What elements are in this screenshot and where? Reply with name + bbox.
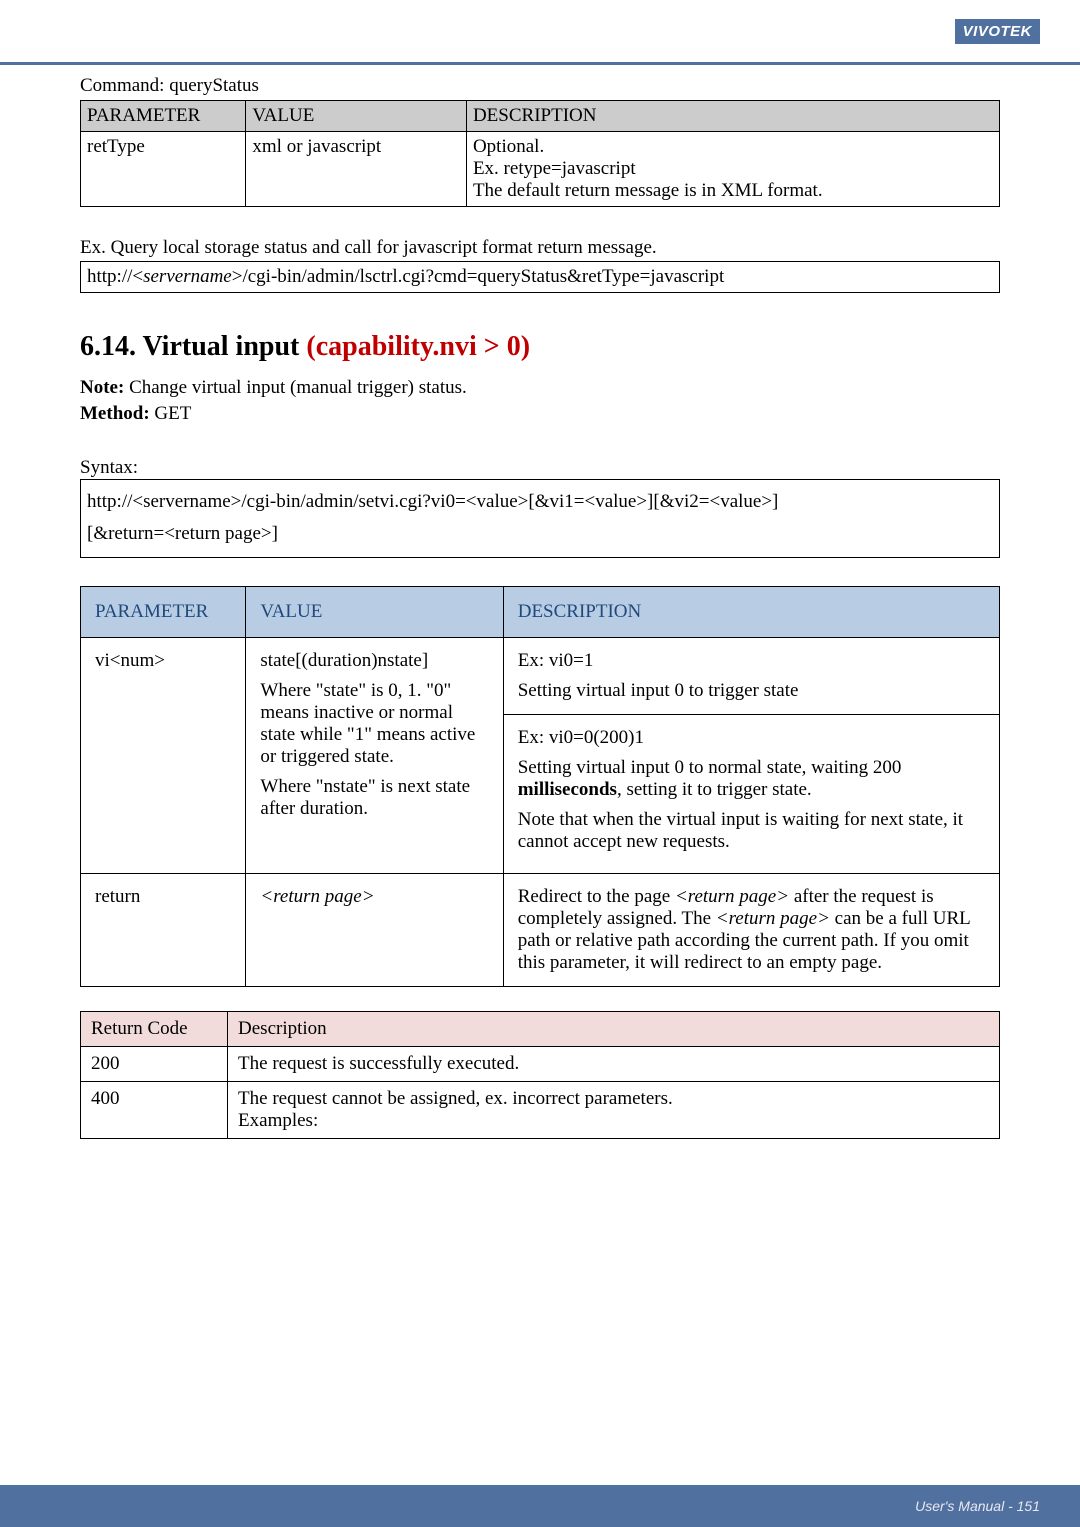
col-description: Description [228,1011,1000,1046]
return-code-table: Return Code Description 200 The request … [80,1011,1000,1139]
cell-code: 400 [81,1081,228,1138]
col-return-code: Return Code [81,1011,228,1046]
cell-param: vi<num> [81,637,246,873]
col-parameter: PARAMETER [81,586,246,637]
value-line: Where "state" is 0, 1. "0" means inactiv… [260,680,488,768]
footer-bar: User's Manual - 151 [0,1485,1080,1527]
table-header-row: PARAMETER VALUE DESCRIPTION [81,586,1000,637]
cell-desc: Ex: vi0=1 Setting virtual input 0 to tri… [503,637,999,873]
syntax-line: [&return=<return page>] [87,518,993,550]
table-row: vi<num> state[(duration)nstate] Where "s… [81,637,1000,873]
desc-line: Optional. [473,136,993,158]
col-parameter: PARAMETER [81,101,246,132]
cell-value: state[(duration)nstate] Where "state" is… [246,637,503,873]
method-text: GET [150,403,192,424]
table-row: 400 The request cannot be assigned, ex. … [81,1081,1000,1138]
desc-line: Setting virtual input 0 to trigger state [518,680,985,702]
header-bar: VIVOTEK [0,0,1080,65]
col-description: DESCRIPTION [466,101,999,132]
value-line: Where "nstate" is next state after durat… [260,776,488,820]
desc-line: Note that when the virtual input is wait… [518,809,985,853]
brand-logo: VIVOTEK [955,19,1040,44]
desc-line: The request cannot be assigned, ex. inco… [238,1088,989,1110]
cell-code: 200 [81,1046,228,1081]
table-header-row: Return Code Description [81,1011,1000,1046]
footer-text: User's Manual - 151 [915,1498,1040,1514]
cell-value: <return page> [246,873,503,986]
desc-line: Ex: vi0=0(200)1 [518,727,985,749]
table-row: retType xml or javascript Optional. Ex. … [81,132,1000,207]
table-row: return <return page> Redirect to the pag… [81,873,1000,986]
cell-param: return [81,873,246,986]
value-line: state[(duration)nstate] [260,650,488,672]
table-row: 200 The request is successfully executed… [81,1046,1000,1081]
cell-param: retType [81,132,246,207]
cell-desc: Optional. Ex. retype=javascript The defa… [466,132,999,207]
syntax-label: Syntax: [80,457,1000,479]
note-text: Change virtual input (manual trigger) st… [124,377,466,398]
section-number-title: 6.14. Virtual input [80,331,306,362]
cell-value: xml or javascript [246,132,467,207]
syntax-line: http://<servername>/cgi-bin/admin/setvi.… [87,486,993,518]
section-condition: (capability.nvi > 0) [306,331,530,362]
example-intro: Ex. Query local storage status and call … [80,237,1000,259]
cell-desc: Redirect to the page <return page> after… [503,873,999,986]
table-header-row: PARAMETER VALUE DESCRIPTION [81,101,1000,132]
example-url-box: http://<servername>/cgi-bin/admin/lsctrl… [80,261,1000,293]
desc-line: Setting virtual input 0 to normal state,… [518,757,985,801]
syntax-box: http://<servername>/cgi-bin/admin/setvi.… [80,479,1000,558]
note-line: Note: Change virtual input (manual trigg… [80,377,1000,399]
desc-line: The default return message is in XML for… [473,180,993,202]
col-value: VALUE [246,101,467,132]
note-label: Note: [80,377,124,398]
virtual-input-table: PARAMETER VALUE DESCRIPTION vi<num> stat… [80,586,1000,987]
url-suffix: >/cgi-bin/admin/lsctrl.cgi?cmd=queryStat… [232,266,725,287]
query-status-table: PARAMETER VALUE DESCRIPTION retType xml … [80,100,1000,207]
col-value: VALUE [246,586,503,637]
desc-line: Ex. retype=javascript [473,158,993,180]
desc-bottom-block: Ex: vi0=0(200)1 Setting virtual input 0 … [504,715,999,873]
url-prefix: http://< [87,266,143,287]
section-heading: 6.14. Virtual input (capability.nvi > 0) [80,331,1000,363]
method-line: Method: GET [80,403,1000,425]
desc-line: Ex: vi0=1 [518,650,985,672]
page-content: Command: queryStatus PARAMETER VALUE DES… [0,65,1080,1139]
cell-desc: The request cannot be assigned, ex. inco… [228,1081,1000,1138]
col-description: DESCRIPTION [503,586,999,637]
method-label: Method: [80,403,150,424]
url-servername: servername [143,266,232,287]
desc-top-block: Ex: vi0=1 Setting virtual input 0 to tri… [504,638,999,715]
command-label: Command: queryStatus [80,75,1000,97]
cell-desc: The request is successfully executed. [228,1046,1000,1081]
desc-line: Examples: [238,1110,989,1132]
